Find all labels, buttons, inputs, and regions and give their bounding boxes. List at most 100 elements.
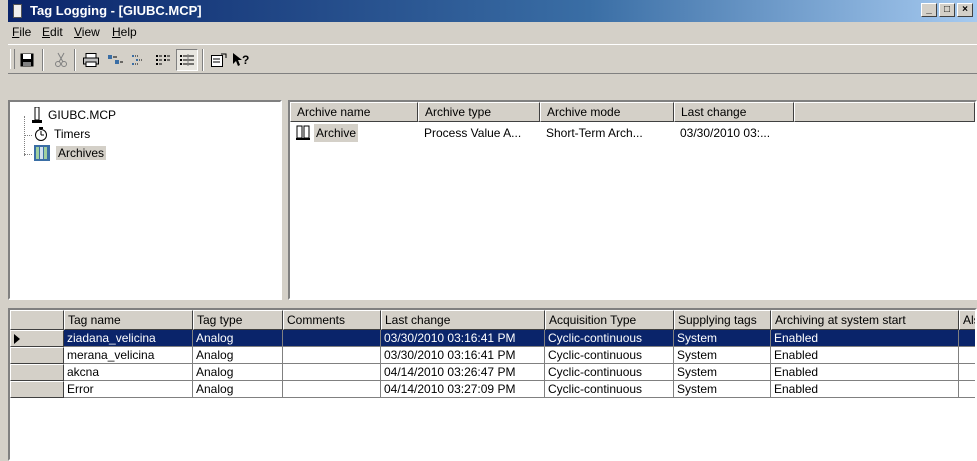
- column-header-empty: [794, 102, 975, 122]
- table-row[interactable]: ziadana_velicina Analog 03/30/2010 03:16…: [10, 330, 975, 347]
- cell-tag-name[interactable]: ziadana_velicina: [64, 330, 193, 347]
- cell-acquisition-type[interactable]: Cyclic-continuous: [545, 330, 674, 347]
- row-selector[interactable]: [10, 330, 64, 347]
- cell-comments[interactable]: [283, 347, 381, 364]
- row-selector-header[interactable]: [10, 310, 64, 330]
- close-button[interactable]: ×: [957, 3, 973, 17]
- column-header-tag-type[interactable]: Tag type: [193, 310, 283, 330]
- table-row[interactable]: Error Analog 04/14/2010 03:27:09 PM Cycl…: [10, 381, 975, 398]
- large-icons-view-icon[interactable]: [104, 49, 126, 71]
- small-icons-view-icon[interactable]: [128, 49, 150, 71]
- cell-comments[interactable]: [283, 381, 381, 398]
- cell-last-change[interactable]: 04/14/2010 03:26:47 PM: [381, 364, 545, 381]
- cell-tag-name[interactable]: Error: [64, 381, 193, 398]
- cut-icon[interactable]: [50, 49, 72, 71]
- menu-help[interactable]: Help: [112, 25, 137, 39]
- tree-timers-label: Timers: [54, 127, 91, 141]
- table-row[interactable]: merana_velicina Analog 03/30/2010 03:16:…: [10, 347, 975, 364]
- menu-edit[interactable]: Edit: [42, 25, 63, 39]
- cell-acquisition-type[interactable]: Cyclic-continuous: [545, 347, 674, 364]
- cell-archiving-at-start[interactable]: Enabled: [771, 364, 959, 381]
- menu-view[interactable]: View: [74, 25, 100, 39]
- cell-supplying-tags[interactable]: System: [674, 330, 771, 347]
- toolbar: ?: [8, 44, 977, 74]
- details-view-icon[interactable]: [176, 49, 198, 71]
- column-header-comments[interactable]: Comments: [283, 310, 381, 330]
- row-selector[interactable]: [10, 381, 64, 398]
- column-header-archive-mode[interactable]: Archive mode: [540, 102, 674, 122]
- project-icon: [32, 107, 42, 123]
- tree-root-label: GIUBC.MCP: [48, 108, 117, 122]
- cell-comments[interactable]: [283, 330, 381, 347]
- cell-archiving-at-start[interactable]: Enabled: [771, 330, 959, 347]
- toolbar-separator: [74, 49, 76, 71]
- column-header-supplying-tags[interactable]: Supplying tags: [674, 310, 771, 330]
- list-item[interactable]: Archive Process Value A... Short-Term Ar…: [290, 124, 794, 142]
- column-header-als[interactable]: Als: [959, 310, 975, 330]
- cell-als[interactable]: [959, 381, 975, 398]
- archive-item-icon: [296, 125, 310, 140]
- cell-als[interactable]: [959, 364, 975, 381]
- cell-tag-type[interactable]: Analog: [193, 364, 283, 381]
- row-selector[interactable]: [10, 347, 64, 364]
- cell-tag-type[interactable]: Analog: [193, 347, 283, 364]
- menu-file[interactable]: File: [12, 25, 31, 39]
- cell-tag-name[interactable]: akcna: [64, 364, 193, 381]
- cell-comments[interactable]: [283, 364, 381, 381]
- cell-supplying-tags[interactable]: System: [674, 364, 771, 381]
- svg-text:?: ?: [242, 53, 249, 67]
- cell-last-change[interactable]: 03/30/2010 03:16:41 PM: [381, 347, 545, 364]
- cell-supplying-tags[interactable]: System: [674, 381, 771, 398]
- archive-mode: Short-Term Arch...: [546, 126, 643, 140]
- archive-list-header: Archive name Archive type Archive mode L…: [290, 102, 975, 122]
- tree-node-root[interactable]: GIUBC.MCP: [32, 106, 116, 124]
- toolbar-separator: [202, 49, 204, 71]
- archive-name: Archive: [314, 124, 359, 142]
- save-icon[interactable]: [16, 49, 38, 71]
- column-header-acquisition-type[interactable]: Acquisition Type: [545, 310, 674, 330]
- column-header-archive-name[interactable]: Archive name: [290, 102, 418, 122]
- context-help-icon[interactable]: ?: [230, 49, 252, 71]
- cell-tag-type[interactable]: Analog: [193, 330, 283, 347]
- navigation-tree[interactable]: GIUBC.MCP Timers Archives: [8, 100, 282, 300]
- toolbar-grip[interactable]: [10, 49, 15, 69]
- toolbar-separator: [42, 49, 44, 71]
- maximize-button[interactable]: □: [939, 3, 955, 17]
- cell-archiving-at-start[interactable]: Enabled: [771, 347, 959, 364]
- title-bar[interactable]: Tag Logging - [GIUBC.MCP] _ □ ×: [8, 0, 977, 22]
- cell-acquisition-type[interactable]: Cyclic-continuous: [545, 364, 674, 381]
- tag-grid-header: Tag name Tag type Comments Last change A…: [10, 310, 975, 330]
- app-icon[interactable]: [13, 4, 22, 18]
- current-row-arrow-icon: [14, 334, 20, 344]
- column-header-last-change[interactable]: Last change: [381, 310, 545, 330]
- print-icon[interactable]: [80, 49, 102, 71]
- cell-last-change[interactable]: 04/14/2010 03:27:09 PM: [381, 381, 545, 398]
- timer-icon: [35, 127, 47, 141]
- archive-type: Process Value A...: [424, 126, 522, 140]
- table-row[interactable]: akcna Analog 04/14/2010 03:26:47 PM Cycl…: [10, 364, 975, 381]
- window-title: Tag Logging - [GIUBC.MCP]: [30, 3, 202, 18]
- cell-als[interactable]: [959, 330, 975, 347]
- column-header-archive-type[interactable]: Archive type: [418, 102, 540, 122]
- column-header-tag-name[interactable]: Tag name: [64, 310, 193, 330]
- cell-supplying-tags[interactable]: System: [674, 347, 771, 364]
- minimize-button[interactable]: _: [921, 3, 937, 17]
- properties-icon[interactable]: [208, 49, 230, 71]
- tree-node-archives[interactable]: Archives: [34, 144, 107, 162]
- tree-node-timers[interactable]: Timers: [34, 125, 90, 143]
- menu-bar: File Edit View Help: [8, 22, 977, 42]
- cell-als[interactable]: [959, 347, 975, 364]
- archive-list[interactable]: Archive name Archive type Archive mode L…: [288, 100, 977, 300]
- cell-last-change[interactable]: 03/30/2010 03:16:41 PM: [381, 330, 545, 347]
- cell-archiving-at-start[interactable]: Enabled: [771, 381, 959, 398]
- cell-acquisition-type[interactable]: Cyclic-continuous: [545, 381, 674, 398]
- tag-grid[interactable]: Tag name Tag type Comments Last change A…: [8, 308, 977, 461]
- list-view-icon[interactable]: [152, 49, 174, 71]
- tree-archives-label: Archives: [56, 146, 107, 160]
- cell-tag-name[interactable]: merana_velicina: [64, 347, 193, 364]
- column-header-last-change[interactable]: Last change: [674, 102, 794, 122]
- column-header-archiving-at-start[interactable]: Archiving at system start: [771, 310, 959, 330]
- archive-last-change: 03/30/2010 03:...: [680, 126, 771, 140]
- cell-tag-type[interactable]: Analog: [193, 381, 283, 398]
- row-selector[interactable]: [10, 364, 64, 381]
